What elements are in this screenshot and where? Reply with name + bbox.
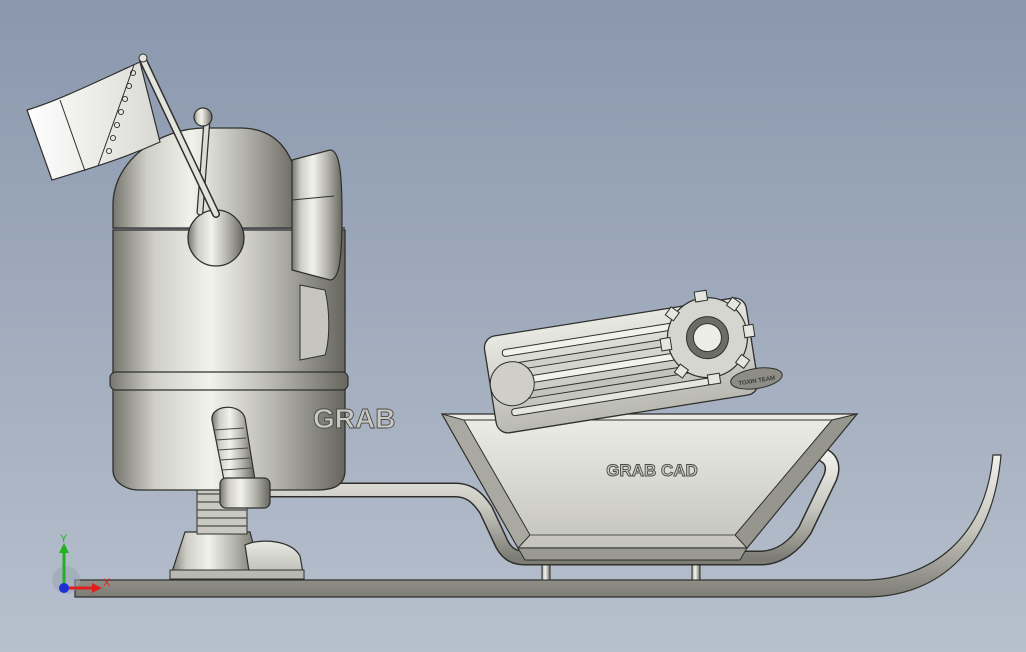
sled-engraving: GRAB CAD <box>606 461 698 480</box>
robot-body[interactable]: GRAB <box>109 227 396 491</box>
antenna-ball <box>193 107 213 127</box>
x-axis-label: X <box>103 577 111 589</box>
body-engraving: GRAB <box>313 403 395 434</box>
cad-3d-viewport[interactable]: GRAB CAD TOXIN TEAM GRAB Y X <box>0 0 1026 652</box>
robot-sled-model[interactable]: GRAB CAD TOXIN TEAM GRAB Y X <box>0 0 1026 652</box>
head-side-disc <box>187 209 245 267</box>
arm-clamp <box>219 477 271 509</box>
gear-cargo[interactable]: TOXIN TEAM <box>481 281 785 435</box>
y-axis-label: Y <box>60 533 68 545</box>
robot-foot[interactable] <box>169 531 305 580</box>
z-axis-dot <box>59 583 69 593</box>
robot-figure[interactable]: GRAB <box>26 53 396 580</box>
